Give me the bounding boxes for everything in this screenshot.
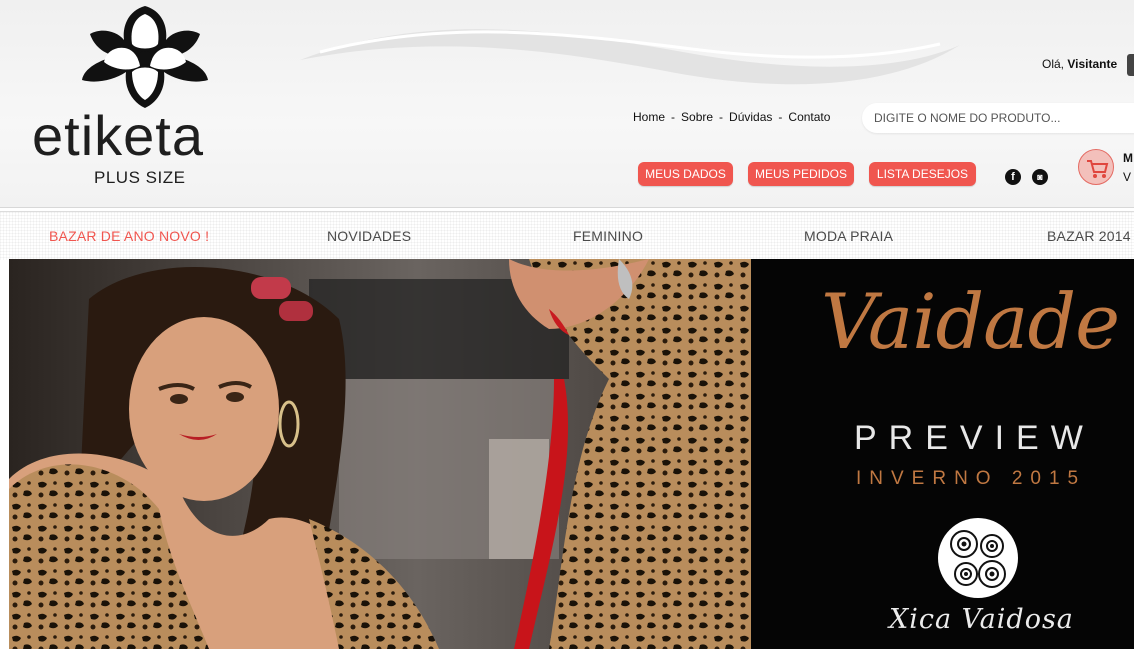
category-moda-praia[interactable]: MODA PRAIA	[804, 228, 893, 244]
cart-button[interactable]	[1078, 149, 1114, 185]
nav-link-contato[interactable]: Contato	[788, 110, 830, 124]
greeting-name: Visitante	[1067, 57, 1118, 71]
nav-separator: -	[778, 110, 783, 124]
promo-preview-label: PREVIEW	[854, 419, 1095, 457]
collection-promo: Vaidade PREVIEW INVERNO 2015 Xica Vaidos…	[751, 259, 1134, 649]
category-novidades[interactable]: NOVIDADES	[327, 228, 411, 244]
category-feminino[interactable]: FEMININO	[573, 228, 643, 244]
site-header: etiketa PLUS SIZE Olá, Visitante Home - So…	[0, 0, 1134, 208]
hero-banner[interactable]: Vaidade PREVIEW INVERNO 2015 Xica Vaidos…	[9, 259, 1134, 649]
magnolia-flower-icon	[82, 6, 208, 108]
login-tab[interactable]	[1127, 54, 1134, 76]
instagram-icon[interactable]: ◙	[1032, 169, 1048, 185]
promo-brand-name: Xica Vaidosa	[889, 604, 1074, 635]
nav-link-sobre[interactable]: Sobre	[681, 110, 713, 124]
xica-vaidosa-logo-icon	[938, 518, 1018, 598]
banner-photo	[9, 259, 751, 649]
nav-separator: -	[719, 110, 724, 124]
nav-link-home[interactable]: Home	[633, 110, 665, 124]
logo-subtitle: PLUS SIZE	[94, 168, 186, 187]
top-navigation: Home - Sobre - Dúvidas - Contato	[633, 110, 830, 124]
category-navigation: BAZAR DE ANO NOVO ! NOVIDADES FEMININO M…	[0, 211, 1134, 260]
category-bazar-2014[interactable]: BAZAR 2014	[1047, 228, 1131, 244]
promo-season-label: INVERNO 2015	[856, 468, 1087, 489]
meus-dados-button[interactable]: MEUS DADOS	[638, 162, 733, 186]
facebook-icon[interactable]: f	[1005, 169, 1021, 185]
lista-desejos-button[interactable]: LISTA DESEJOS	[869, 162, 976, 186]
category-bazar-ano-novo[interactable]: BAZAR DE ANO NOVO !	[49, 228, 209, 244]
logo-wordmark: etiketa	[32, 104, 204, 167]
promo-title-script: Vaidade	[821, 277, 1120, 366]
greeting-prefix: Olá,	[1042, 57, 1065, 71]
shopping-cart-icon	[1087, 160, 1109, 178]
nav-separator: -	[671, 110, 676, 124]
search-input[interactable]: DIGITE O NOME DO PRODUTO...	[862, 103, 1134, 133]
greeting: Olá, Visitante	[1042, 57, 1117, 71]
cart-status: V	[1123, 170, 1132, 184]
nav-link-duvidas[interactable]: Dúvidas	[729, 110, 772, 124]
cart-title: M	[1123, 151, 1133, 165]
meus-pedidos-button[interactable]: MEUS PEDIDOS	[748, 162, 854, 186]
site-logo[interactable]: etiketa PLUS SIZE	[30, 0, 245, 200]
